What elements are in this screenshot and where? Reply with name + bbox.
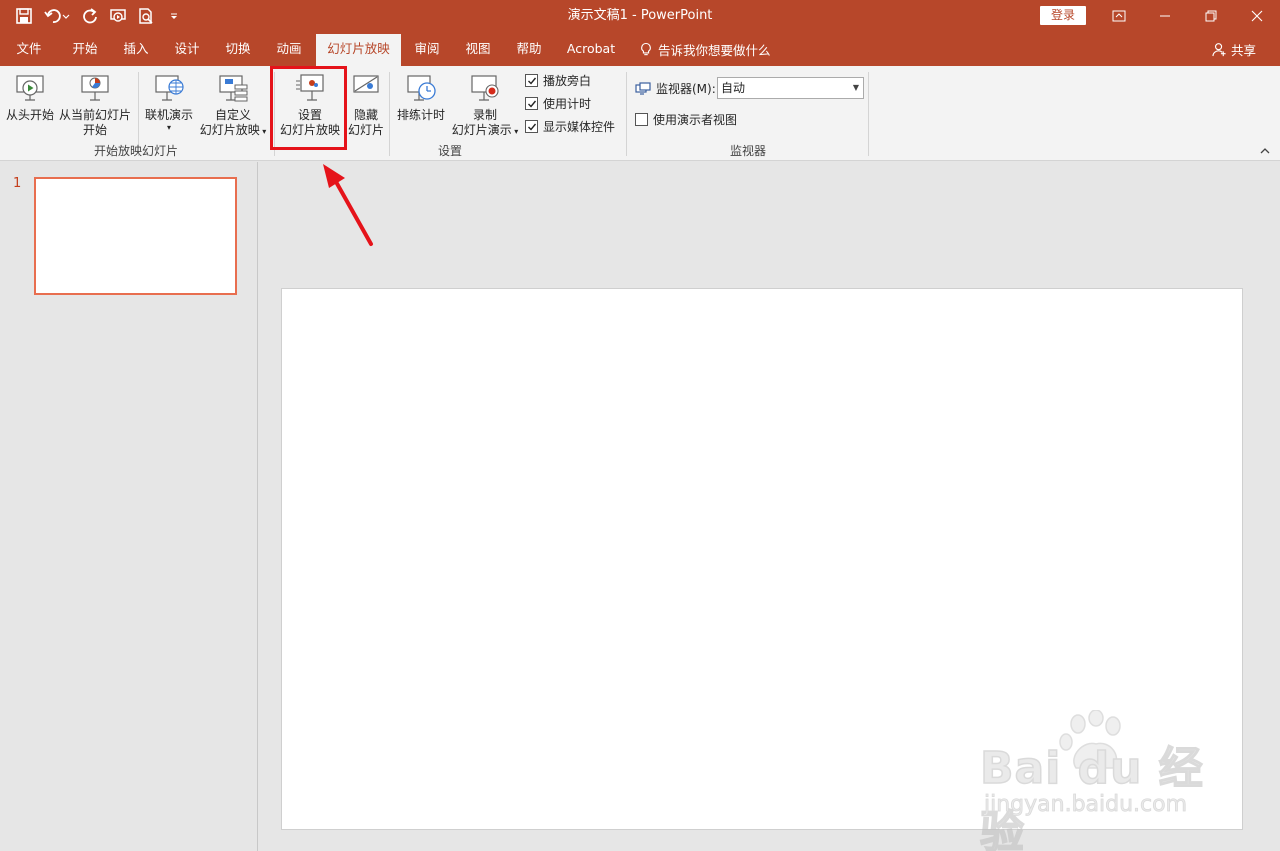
tab-transitions[interactable]: 切换 <box>213 32 263 66</box>
monitor-icon <box>635 81 651 95</box>
custom-slide-show-button[interactable]: 自定义 幻灯片放映 ▾ <box>197 70 269 139</box>
hide-label-2: 幻灯片 <box>347 123 384 137</box>
monitor-select-value: 自动 <box>721 81 746 95</box>
ribbon-slide-show: 从头开始 从当前幻灯片 开始 联机演示 ▾ 自定义 幻灯片放映 ▾ 开始放映幻灯… <box>0 66 1280 161</box>
slide-thumbnail[interactable] <box>34 177 237 295</box>
annotation-highlight-box <box>270 66 347 150</box>
close-icon <box>1251 10 1263 22</box>
tab-review[interactable]: 审阅 <box>402 32 452 66</box>
show-media-controls-label: 显示媒体控件 <box>543 120 616 134</box>
custom-show-icon <box>215 70 251 106</box>
lightbulb-icon <box>641 42 651 55</box>
restore-button[interactable] <box>1188 0 1234 32</box>
globe-presentation-icon <box>151 70 187 106</box>
checkbox-unchecked <box>635 113 648 126</box>
rehearse-timings-button[interactable]: 排练计时 <box>394 70 448 123</box>
presenter-view-label: 使用演示者视图 <box>653 113 738 127</box>
slide-thumbnail-pane: 1 <box>0 162 258 851</box>
share-person-icon <box>1212 42 1226 56</box>
group-label-start-slideshow: 开始放映幻灯片 <box>93 144 178 158</box>
tab-file[interactable]: 文件 <box>4 32 54 66</box>
watermark-url: jingyan.baidu.com <box>984 792 1188 818</box>
custom-show-label-1: 自定义 <box>214 108 251 122</box>
use-timings-label: 使用计时 <box>543 97 592 111</box>
record-label-2: 幻灯片演示 <box>451 123 512 137</box>
tab-design[interactable]: 设计 <box>162 32 212 66</box>
minimize-icon <box>1160 15 1170 17</box>
present-online-button[interactable]: 联机演示 ▾ <box>143 70 195 133</box>
share-label: 共享 <box>1231 42 1257 58</box>
restore-icon <box>1205 10 1217 22</box>
ribbon-display-icon <box>1112 10 1126 22</box>
play-narrations-checkbox[interactable]: 播放旁白 <box>525 72 591 89</box>
from-beginning-label: 从头开始 <box>5 108 54 122</box>
play-from-start-icon <box>12 70 48 106</box>
from-current-label-1: 从当前幻灯片 <box>58 108 131 122</box>
present-online-label: 联机演示 <box>144 108 193 122</box>
separator <box>868 72 869 156</box>
monitor-label-row: 监视器(M): <box>635 80 716 97</box>
title-bar: 演示文稿1 - PowerPoint 登录 <box>0 0 1280 32</box>
from-current-label-2: 开始 <box>82 123 107 137</box>
window-title: 演示文稿1 - PowerPoint <box>567 8 713 23</box>
separator <box>626 72 627 156</box>
use-timings-checkbox[interactable]: 使用计时 <box>525 95 591 112</box>
play-narrations-label: 播放旁白 <box>543 74 592 88</box>
presenter-view-checkbox[interactable]: 使用演示者视图 <box>635 111 737 128</box>
rehearse-label: 排练计时 <box>396 108 445 122</box>
show-media-controls-checkbox[interactable]: 显示媒体控件 <box>525 118 615 135</box>
from-current-slide-button[interactable]: 从当前幻灯片 开始 <box>58 70 132 138</box>
close-button[interactable] <box>1234 0 1280 32</box>
hide-slide-button[interactable]: 隐藏 幻灯片 <box>345 70 387 138</box>
record-icon <box>467 70 503 106</box>
monitor-select[interactable]: 自动 ▼ <box>717 77 864 99</box>
chevron-down-icon: ▼ <box>852 83 859 92</box>
collapse-ribbon-icon[interactable] <box>1259 146 1271 156</box>
hide-label-1: 隐藏 <box>353 108 378 122</box>
play-from-current-icon <box>77 70 113 106</box>
minimize-button[interactable] <box>1142 0 1188 32</box>
custom-show-label-2: 幻灯片放映 <box>199 123 260 137</box>
slide-number: 1 <box>13 176 22 191</box>
annotation-arrow <box>323 164 373 246</box>
ribbon-tabs: 文件 开始 插入 设计 切换 动画 幻灯片放映 审阅 视图 帮助 Acrobat… <box>0 32 1280 66</box>
monitor-label: 监视器(M): <box>656 82 716 96</box>
from-beginning-button[interactable]: 从头开始 <box>5 70 55 123</box>
hide-slide-icon <box>348 70 384 106</box>
checkmark-icon <box>527 123 536 131</box>
stopwatch-icon <box>403 70 439 106</box>
tab-view[interactable]: 视图 <box>453 32 503 66</box>
tell-me-search[interactable]: 告诉我你想要做什么 <box>640 32 771 66</box>
share-button[interactable]: 共享 <box>1212 32 1256 66</box>
group-label-monitors: 监视器 <box>729 144 766 158</box>
checkmark-icon <box>527 100 536 108</box>
record-label-1: 录制 <box>472 108 497 122</box>
tab-acrobat[interactable]: Acrobat <box>560 32 622 66</box>
ribbon-display-options-button[interactable] <box>1096 0 1142 32</box>
tab-animations[interactable]: 动画 <box>264 32 314 66</box>
tab-home[interactable]: 开始 <box>60 32 110 66</box>
checkmark-icon <box>527 77 536 85</box>
record-slide-show-button[interactable]: 录制 幻灯片演示 ▾ <box>449 70 521 139</box>
tell-me-label: 告诉我你想要做什么 <box>658 42 771 58</box>
tab-slide-show[interactable]: 幻灯片放映 <box>316 34 401 66</box>
login-button[interactable]: 登录 <box>1040 6 1086 25</box>
baidu-watermark: Bai du 经验 jingyan.baidu.com <box>979 710 1220 851</box>
tab-help[interactable]: 帮助 <box>504 32 554 66</box>
tab-insert[interactable]: 插入 <box>111 32 161 66</box>
